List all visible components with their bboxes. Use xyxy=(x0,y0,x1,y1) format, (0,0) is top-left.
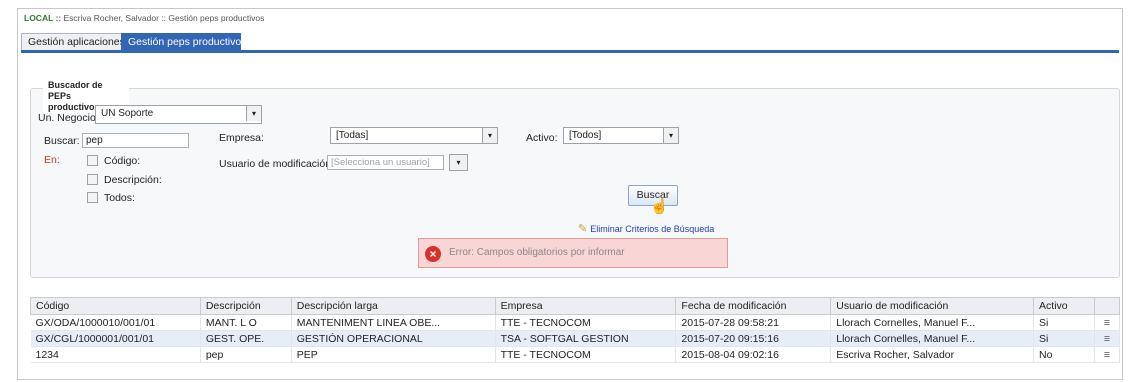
cell-activo: Si xyxy=(1033,330,1095,347)
mod-user-dropdown-button[interactable]: ▾ xyxy=(449,154,468,171)
error-icon: × xyxy=(425,246,441,262)
table-row[interactable]: GX/ODA/1000010/001/01 MANT. L O MANTENIM… xyxy=(30,314,1121,331)
mod-user-input[interactable]: [Selecciona un usuario] xyxy=(327,155,444,170)
tab-gestion-aplicaciones[interactable]: Gestión aplicaciones xyxy=(21,33,129,51)
active-label: Activo: xyxy=(526,132,558,144)
cell-usuario: Llorach Cornelles, Manuel F... xyxy=(830,314,1035,331)
cell-codigo: GX/ODA/1000010/001/01 xyxy=(30,314,201,331)
cell-fecha: 2015-07-20 09:15:16 xyxy=(675,330,832,347)
cell-descripcion-larga: GESTIÓN OPERACIONAL xyxy=(291,330,496,347)
cell-activo: No xyxy=(1033,346,1095,363)
column-header-activo[interactable]: Activo xyxy=(1033,297,1095,315)
column-header-actions xyxy=(1093,297,1121,315)
chevron-down-icon: ▾ xyxy=(663,128,678,143)
chevron-down-icon: ▾ xyxy=(450,155,467,170)
error-text: Error: Campos obligatorios por informar xyxy=(449,247,625,258)
clear-criteria-link[interactable]: ✎ Eliminar Criterios de Búsqueda xyxy=(578,222,714,235)
row-menu-icon[interactable]: ≡ xyxy=(1094,330,1121,347)
unit-select[interactable]: UN Soporte ▾ xyxy=(95,105,262,124)
tab-underline xyxy=(21,50,1119,53)
column-header-usuario[interactable]: Usuario de modificación xyxy=(830,297,1035,315)
cell-codigo: 1234 xyxy=(30,346,201,363)
cell-descripcion: pep xyxy=(200,346,292,363)
table-row[interactable]: 1234 pep PEP TTE - TECNOCOM 2015-08-04 0… xyxy=(30,346,1121,363)
company-label: Empresa: xyxy=(219,132,264,144)
cell-descripcion-larga: PEP xyxy=(291,346,496,363)
cell-fecha: 2015-07-28 09:58:21 xyxy=(675,314,832,331)
cell-empresa: TTE - TECNOCOM xyxy=(495,346,677,363)
cell-descripcion: MANT. L O xyxy=(200,314,292,331)
descripcion-checkbox-label: Descripción: xyxy=(104,174,162,186)
search-in-label: En: xyxy=(44,154,60,166)
column-header-descripcion-larga[interactable]: Descripción larga xyxy=(290,297,496,315)
cell-codigo: GX/CGL/1000001/001/01 xyxy=(30,330,201,347)
mod-user-label: Usuario de modificación: xyxy=(219,158,334,170)
cell-fecha: 2015-08-04 09:02:16 xyxy=(675,346,832,363)
search-input[interactable]: pep xyxy=(82,133,189,148)
company-select[interactable]: [Todas] ▾ xyxy=(330,127,498,144)
breadcrumb: LOCAL :: Escriva Rocher, Salvador :: Ges… xyxy=(24,13,265,23)
cell-usuario: Llorach Cornelles, Manuel F... xyxy=(830,330,1035,347)
column-header-empresa[interactable]: Empresa xyxy=(494,297,677,315)
codigo-checkbox-label: Código: xyxy=(104,155,141,167)
tab-gestion-peps-productivos[interactable]: Gestión peps productivos xyxy=(121,33,246,51)
error-message: × Error: Campos obligatorios por informa… xyxy=(418,238,728,268)
eraser-icon: ✎ xyxy=(578,223,588,235)
codigo-checkbox[interactable] xyxy=(87,155,98,166)
cell-descripcion-larga: MANTENIMENT LINEA OBE... xyxy=(291,314,496,331)
row-menu-icon[interactable]: ≡ xyxy=(1094,314,1121,331)
table-row[interactable]: GX/CGL/1000001/001/01 GEST. OPE. GESTIÓN… xyxy=(30,330,1121,347)
todos-checkbox[interactable] xyxy=(87,192,98,203)
active-select[interactable]: [Todos] ▾ xyxy=(563,127,679,144)
column-header-descripcion[interactable]: Descripción xyxy=(199,297,292,315)
cell-activo: Si xyxy=(1033,314,1095,331)
column-header-fecha[interactable]: Fecha de modificación xyxy=(675,297,832,315)
chevron-down-icon: ▾ xyxy=(246,106,261,121)
column-header-codigo[interactable]: Código xyxy=(30,297,201,315)
results-table: Código Descripción Descripción larga Emp… xyxy=(30,297,1121,363)
search-label: Buscar: xyxy=(44,135,80,147)
hand-cursor-icon: ☝ xyxy=(650,198,669,215)
chevron-down-icon: ▾ xyxy=(482,128,497,143)
cell-descripcion: GEST. OPE. xyxy=(200,330,292,347)
cell-empresa: TSA - SOFTGAL GESTION xyxy=(495,330,677,347)
todos-checkbox-label: Todos: xyxy=(104,192,135,204)
row-menu-icon[interactable]: ≡ xyxy=(1094,346,1121,363)
cell-empresa: TTE - TECNOCOM xyxy=(495,314,677,331)
unit-label: Un. Negocio: xyxy=(38,112,99,124)
table-header-row: Código Descripción Descripción larga Emp… xyxy=(30,297,1121,315)
descripcion-checkbox[interactable] xyxy=(87,174,98,185)
cell-usuario: Escriva Rocher, Salvador xyxy=(830,346,1035,363)
